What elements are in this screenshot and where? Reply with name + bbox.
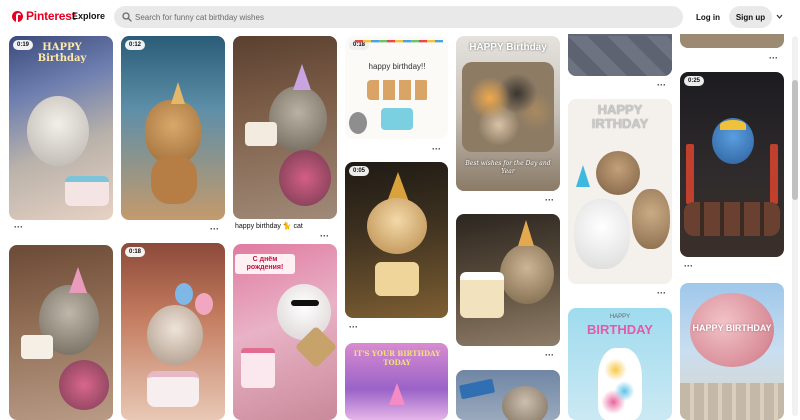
pin-card[interactable]: HAPPY IRTHDAY <box>568 99 672 284</box>
top-image <box>680 34 784 48</box>
pin-card[interactable]: 0:05 <box>345 162 448 318</box>
pin-overlay-subtext: BIRTHDAY <box>587 322 653 337</box>
more-options-icon[interactable]: ··· <box>545 351 554 360</box>
party-hat-icon <box>576 165 590 187</box>
logo-text: Pinterest <box>26 9 76 23</box>
more-options-icon[interactable]: ··· <box>684 262 693 271</box>
cake-image <box>65 176 109 206</box>
pin-card[interactable]: 0:25 <box>680 72 784 257</box>
city-image <box>680 383 784 420</box>
search-input[interactable] <box>135 10 665 24</box>
candle-image <box>686 144 694 204</box>
pinterest-logo[interactable]: Pinterest <box>12 9 76 23</box>
pin-overlay-text: happy birthday!! <box>368 62 426 71</box>
search-bar[interactable] <box>114 6 683 28</box>
pin-card[interactable] <box>456 214 560 346</box>
video-duration-badge: 0:05 <box>349 166 370 176</box>
more-options-icon[interactable]: ··· <box>657 289 666 298</box>
bear-body <box>151 156 197 204</box>
more-options-icon[interactable]: ··· <box>769 54 778 63</box>
party-hat-icon <box>389 383 405 405</box>
pin-overlay-text: С днём рождения! <box>235 254 295 274</box>
cake-image <box>241 348 275 388</box>
pin-card[interactable] <box>9 245 113 420</box>
pin-card[interactable] <box>233 36 337 219</box>
cat-image <box>502 386 548 420</box>
candle-image <box>770 144 778 204</box>
pinterest-logo-icon <box>12 10 23 23</box>
cat-image <box>27 96 89 166</box>
party-hat-icon <box>518 220 534 246</box>
more-options-icon[interactable]: ··· <box>320 232 329 241</box>
cake-image <box>460 272 504 318</box>
bird-hat-icon <box>720 120 746 130</box>
pin-overlay-subtext: Best wishes for the Day and Year <box>465 160 551 175</box>
chevron-down-icon[interactable] <box>776 13 783 20</box>
login-button[interactable]: Log in <box>690 6 726 28</box>
cat-image <box>349 112 367 134</box>
pin-card[interactable]: HAPPY Birthday Best wishes for the Day a… <box>456 36 560 191</box>
more-options-icon[interactable]: ··· <box>349 323 358 332</box>
page-scrollbar[interactable] <box>792 36 798 416</box>
cat-image <box>269 86 327 152</box>
floor-image <box>568 36 672 76</box>
pin-card[interactable]: 0:19 HAPPY Birthday <box>9 36 113 220</box>
cupcakes-image <box>684 202 780 236</box>
cat-image <box>277 284 331 340</box>
cake-image <box>147 371 199 407</box>
flowers-image <box>59 360 109 410</box>
pin-caption[interactable]: happy birthday 🐈 cat <box>235 222 303 230</box>
more-options-icon[interactable]: ··· <box>432 145 441 154</box>
pin-card[interactable]: 0:12 <box>121 36 225 220</box>
pin-card[interactable]: 0:18 <box>121 243 225 420</box>
cake-image <box>375 262 419 296</box>
party-hat-icon <box>171 82 185 104</box>
party-hat-icon <box>69 267 87 293</box>
more-options-icon[interactable]: ··· <box>657 81 666 90</box>
kitten-image <box>147 305 203 365</box>
video-duration-badge: 0:25 <box>684 76 705 86</box>
balloon-image <box>195 293 213 315</box>
cats-group-image <box>462 62 554 152</box>
flowers-image <box>279 150 331 206</box>
pin-card[interactable]: HAPPY BIRTHDAY <box>568 308 672 420</box>
birthday-tag-image <box>458 378 496 400</box>
cats-row-image <box>367 80 429 100</box>
sunglasses-icon <box>291 300 319 306</box>
pin-card[interactable]: IT'S YOUR BIRTHDAY TODAY <box>345 343 448 420</box>
kitten-image <box>367 198 427 254</box>
more-options-icon[interactable]: ··· <box>545 196 554 205</box>
pin-overlay-text: HAPPY Birthday <box>469 42 547 53</box>
pin-overlay-text: HAPPY BIRTHDAY <box>692 323 772 333</box>
pin-card[interactable] <box>456 370 560 420</box>
signup-button[interactable]: Sign up <box>729 6 772 28</box>
cat-figure-image <box>598 348 642 420</box>
scrollbar-thumb[interactable] <box>792 80 798 200</box>
bear-image <box>145 100 201 164</box>
video-duration-badge: 0:12 <box>125 40 146 50</box>
explore-link[interactable]: Explore <box>72 11 105 21</box>
pin-overlay-text: HAPPY IRTHDAY <box>591 102 649 131</box>
cat-image <box>632 189 670 249</box>
pin-card[interactable]: HAPPY BIRTHDAY <box>680 283 784 420</box>
pin-overlay-text: IT'S YOUR BIRTHDAY TODAY <box>353 349 441 367</box>
pin-overlay-text: HAPPY <box>609 314 631 320</box>
more-options-icon[interactable]: ··· <box>14 223 23 232</box>
more-options-icon[interactable]: ··· <box>210 225 219 234</box>
pin-card[interactable]: 0:18 happy birthday!! <box>345 36 448 139</box>
cake-image <box>21 335 53 359</box>
video-duration-badge: 0:18 <box>125 247 146 257</box>
cake-image <box>245 122 277 146</box>
search-icon <box>122 12 132 22</box>
cat-image <box>500 244 554 304</box>
cat-image <box>596 151 640 195</box>
top-navigation-bar: Pinterest Explore Log in Sign up <box>0 0 800 34</box>
party-hat-icon <box>293 64 311 90</box>
balloon-image <box>175 283 193 305</box>
pin-overlay-text: HAPPY Birthday <box>37 42 87 64</box>
dog-image <box>574 199 630 269</box>
pin-card[interactable]: С днём рождения! <box>233 244 337 420</box>
cake-image <box>381 108 413 130</box>
